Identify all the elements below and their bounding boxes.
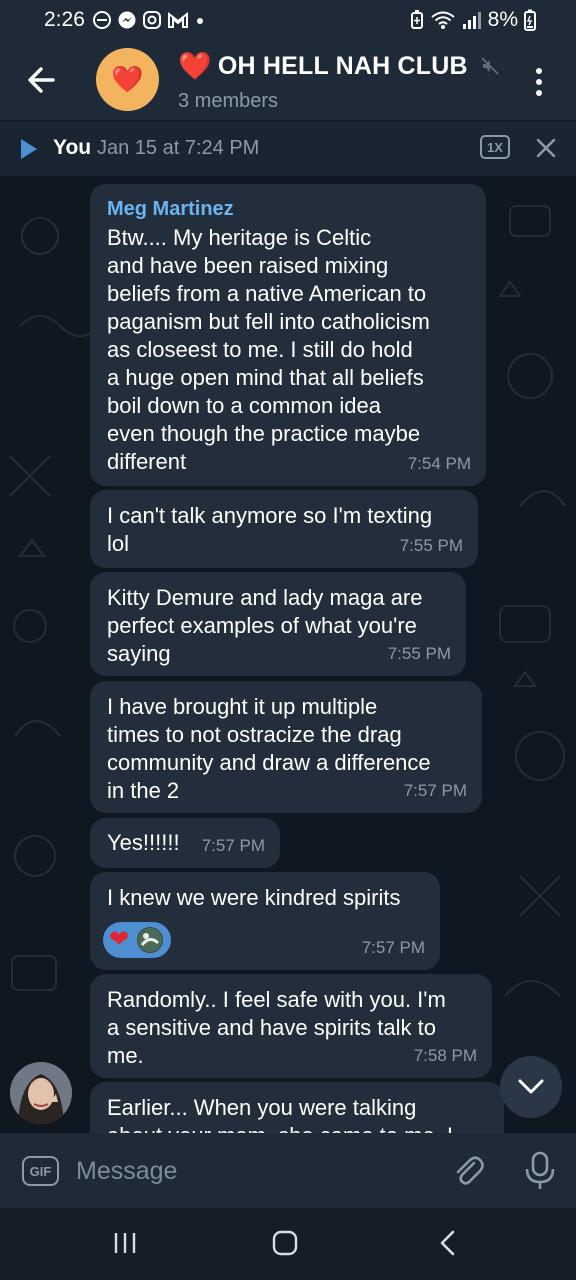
mute-icon (481, 57, 499, 75)
playback-speed-button[interactable]: 1X (480, 135, 510, 159)
instagram-icon (143, 11, 161, 29)
battery-icon (524, 9, 536, 31)
message-list[interactable]: Meg Martinez Btw.... My heritage is Celt… (0, 176, 576, 1133)
home-icon[interactable] (272, 1230, 298, 1256)
audio-player-bar[interactable]: You Jan 15 at 7:24 PM 1X (0, 120, 576, 176)
more-options-button[interactable] (524, 62, 554, 102)
title-heart-icon: ❤️ (178, 51, 212, 81)
sender-name[interactable]: Meg Martinez (107, 196, 470, 222)
chevron-down-icon (518, 1079, 544, 1094)
system-navigation-bar (0, 1208, 576, 1280)
chat-title-text: OH HELL NAH CLUB (217, 51, 468, 80)
message-bubble[interactable]: Meg Martinez Btw.... My heritage is Celt… (90, 184, 486, 486)
back-nav-icon[interactable] (436, 1230, 462, 1256)
heart-icon: ❤️ (111, 64, 144, 94)
battery-percent: 8% (487, 8, 518, 31)
scroll-down-button[interactable] (500, 1056, 562, 1118)
message-composer: GIF (0, 1133, 576, 1208)
recent-apps-icon[interactable] (112, 1230, 138, 1256)
player-author: You (53, 136, 92, 159)
paperclip-icon[interactable] (450, 1153, 486, 1189)
status-bar: 2:26 8% (0, 0, 576, 40)
message-time: 7:55 PM (399, 536, 463, 555)
member-count: 3 members (178, 90, 279, 112)
message-bubble[interactable]: Kitty Demure and lady maga are perfect e… (90, 572, 466, 676)
chat-title-area[interactable]: ❤️ OH HELL NAH CLUB 3 members (178, 50, 500, 113)
status-time: 2:26 (44, 8, 85, 31)
messenger-icon (118, 11, 136, 29)
battery-saver-icon (410, 10, 423, 29)
notification-icons (92, 10, 206, 30)
heart-reaction-icon: ❤ (109, 926, 130, 953)
message-bubble[interactable]: I knew we were kindred spirits ❤ 7:57 PM (90, 872, 440, 970)
dot-3 (536, 90, 542, 96)
message-text: I knew we were kindred spirits (107, 885, 401, 910)
wifi-icon (431, 11, 455, 29)
sender-avatar[interactable] (10, 1062, 72, 1124)
gmail-icon (168, 11, 188, 28)
player-date: Jan 15 at 7:24 PM (97, 137, 260, 159)
dot-icon (197, 18, 203, 24)
message-bubble[interactable]: Yes!!!!!! 7:57 PM (90, 818, 280, 868)
do-not-disturb-icon (93, 11, 111, 29)
message-bubble[interactable]: Earlier... When you were talking about y… (90, 1082, 504, 1133)
play-icon[interactable] (20, 138, 38, 160)
chat-header: ❤️ ❤️ OH HELL NAH CLUB 3 members (0, 40, 576, 120)
microphone-icon[interactable] (522, 1151, 558, 1191)
arrow-left-icon (28, 67, 55, 93)
signal-icon (462, 12, 481, 29)
dot-1 (536, 68, 542, 74)
message-bubble[interactable]: I can't talk anymore so I'm texting lol … (90, 490, 478, 568)
message-bubble[interactable]: Randomly.. I feel safe with you. I'm a s… (90, 974, 492, 1078)
close-icon[interactable] (534, 136, 558, 160)
message-time: 7:57 PM (361, 938, 425, 957)
group-avatar[interactable]: ❤️ (96, 48, 159, 111)
message-input[interactable] (76, 1153, 436, 1189)
message-time: 7:57 PM (403, 781, 467, 800)
message-time: 7:54 PM (407, 454, 471, 473)
message-text: Btw.... My heritage is Celtic and have b… (107, 225, 430, 474)
message-bubble[interactable]: I have brought it up multiple times to n… (90, 681, 482, 813)
system-icons: 8% (410, 8, 536, 32)
back-button[interactable] (22, 60, 62, 100)
dot-2 (536, 79, 542, 85)
reactor-avatar (135, 925, 166, 955)
chat-title: ❤️ OH HELL NAH CLUB (178, 50, 500, 82)
reactor-avatar-image (138, 928, 163, 952)
message-text: Earlier... When you were talking about y… (107, 1095, 453, 1133)
message-time: 7:55 PM (387, 644, 451, 663)
gif-button[interactable]: GIF (22, 1156, 59, 1186)
reaction-chip[interactable]: ❤ (103, 922, 172, 958)
message-time: 7:58 PM (413, 1046, 477, 1065)
sender-avatar-image (10, 1062, 72, 1124)
message-time: 7:57 PM (201, 836, 265, 855)
